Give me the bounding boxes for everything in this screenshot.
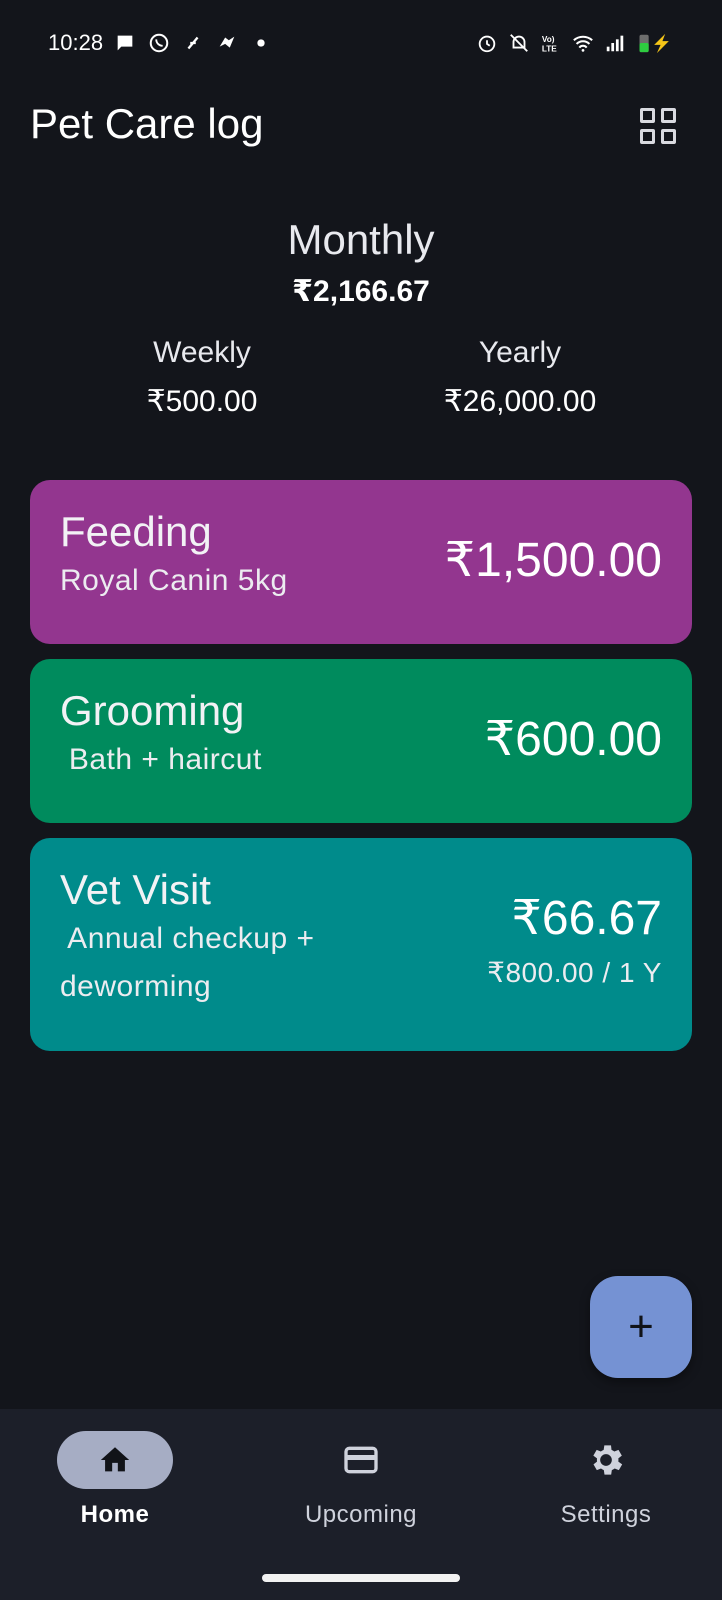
plus-icon: + — [628, 1302, 654, 1351]
wifi-icon — [573, 35, 593, 52]
expense-card-grooming[interactable]: Grooming Bath + haircut ₹600.00 — [30, 659, 692, 823]
volte-icon: Vo)LTE — [542, 35, 557, 53]
expense-amount: ₹600.00 — [484, 713, 662, 766]
nav-active-indicator — [57, 1431, 173, 1489]
nav-label-upcoming: Upcoming — [304, 1501, 418, 1528]
feather-icon — [187, 36, 199, 50]
home-icon — [100, 1447, 130, 1472]
dot-icon — [257, 39, 265, 47]
expense-title: Grooming — [60, 687, 245, 734]
weekly-label: Weekly — [153, 336, 251, 369]
expense-note-line-1: Annual checkup + — [60, 922, 315, 955]
signal-icon — [606, 35, 624, 52]
home-gesture-bar[interactable] — [262, 1574, 460, 1582]
monthly-total: ₹2,166.67 — [292, 275, 430, 308]
expense-amount: ₹66.67 — [511, 892, 662, 945]
nav-icon-container — [548, 1431, 664, 1489]
expense-note-line-2: deworming — [60, 970, 212, 1003]
grid-view-icon[interactable] — [640, 108, 676, 144]
nav-item-upcoming[interactable]: Upcoming — [261, 1431, 461, 1529]
status-time: 10:28 — [48, 30, 104, 55]
expense-card-vet-visit[interactable]: Vet Visit Annual checkup + deworming ₹66… — [30, 838, 692, 1051]
notification-icons — [114, 30, 272, 56]
expense-title: Vet Visit — [60, 866, 211, 913]
nav-label-settings: Settings — [560, 1501, 652, 1528]
expense-note: Royal Canin 5kg — [60, 564, 288, 597]
expense-recurrence: ₹800.00 / 1 Y — [487, 957, 662, 988]
yearly-total: ₹26,000.00 — [443, 385, 597, 418]
nav-label-home: Home — [80, 1501, 150, 1528]
system-icons: Vo) LTE — [476, 30, 676, 56]
weekly-total: ₹500.00 — [146, 385, 258, 418]
nav-item-settings[interactable]: Settings — [506, 1431, 706, 1529]
game-icon — [219, 36, 235, 48]
expense-amount: ₹1,500.00 — [444, 534, 662, 587]
svg-text:Vo): Vo) — [542, 35, 555, 44]
credit-card-icon — [344, 1446, 378, 1474]
expense-card-feeding[interactable]: Feeding Royal Canin 5kg ₹1,500.00 — [30, 480, 692, 644]
weekly-summary: Weekly ₹500.00 — [82, 336, 322, 419]
grid-cell — [661, 129, 676, 144]
whatsapp-icon — [149, 33, 169, 53]
battery-charging-icon — [639, 33, 669, 54]
expense-note: Bath + haircut — [60, 743, 262, 776]
grid-cell — [640, 108, 655, 123]
yearly-summary: Yearly ₹26,000.00 — [400, 336, 640, 419]
grid-cell — [661, 108, 676, 123]
add-expense-button[interactable]: + — [590, 1276, 692, 1378]
expense-title: Feeding — [60, 508, 212, 555]
svg-text:LTE: LTE — [542, 44, 557, 53]
monthly-label: Monthly — [287, 216, 435, 263]
nav-icon-container — [303, 1431, 419, 1489]
bottom-navigation: Home Upcoming Settings — [0, 1409, 722, 1600]
yearly-label: Yearly — [478, 336, 562, 369]
chat-bubble-icon — [117, 35, 133, 51]
status-bar: 10:28 Vo) LTE — [0, 0, 722, 88]
page-title: Pet Care log — [30, 100, 264, 147]
grid-cell — [640, 129, 655, 144]
bell-off-icon — [510, 34, 528, 52]
gear-icon — [593, 1445, 623, 1475]
screen: 10:28 Vo) LTE Pet Care log Monthly ₹2,166… — [0, 0, 722, 1600]
alarm-icon — [478, 35, 496, 53]
nav-item-home[interactable]: Home — [15, 1431, 215, 1529]
